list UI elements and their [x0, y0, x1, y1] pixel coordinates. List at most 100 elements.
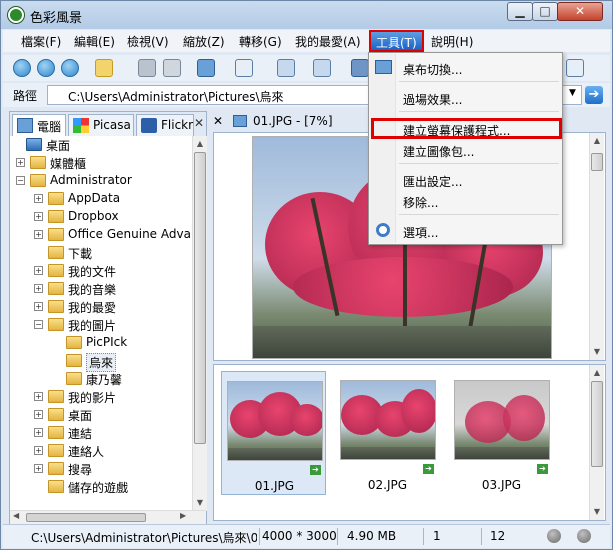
scroll-right-icon[interactable]: ▶ — [180, 511, 186, 520]
folder-icon — [30, 156, 46, 169]
preview-scroll-up-icon[interactable]: ▲ — [590, 133, 604, 148]
window-title: 色彩風景 — [30, 11, 83, 26]
open-arrow-icon: ➔ — [310, 465, 321, 475]
up-folder-icon[interactable] — [61, 59, 79, 77]
folder-icon — [48, 408, 64, 421]
expander-icon[interactable]: + — [16, 158, 25, 167]
thumbnail-item[interactable]: ➔ 02.JPG — [335, 371, 440, 495]
thumbnail-caption: 03.JPG — [481, 478, 522, 492]
minimize-button[interactable]: ▁ — [507, 2, 533, 21]
expander-icon[interactable]: − — [16, 176, 25, 185]
tab-picasa-label: Picasa — [93, 118, 131, 132]
info-icon[interactable] — [351, 59, 369, 77]
scroll-thumb[interactable] — [194, 152, 206, 444]
tree-node-label: PicPIck — [86, 335, 128, 349]
expander-icon[interactable]: + — [34, 230, 43, 239]
thumbnail-grid-icon[interactable] — [235, 59, 253, 77]
expander-icon[interactable]: + — [34, 446, 43, 455]
tree-node-label: 儲存的遊戲 — [68, 481, 129, 495]
tree-horizontal-scrollbar[interactable]: ◀ ▶ — [10, 510, 206, 524]
thumbnail-scroll-down-icon[interactable]: ▼ — [590, 504, 604, 519]
preview-scroll-thumb[interactable] — [591, 153, 603, 171]
folder-tree: 桌面 + 媒體櫃 − Administrator + AppData + Dropbox + Off… — [10, 136, 193, 511]
menu-view[interactable]: 檢視(V) — [127, 33, 169, 50]
scroll-up-icon[interactable]: ▲ — [193, 136, 207, 151]
menu-favorites[interactable]: 我的最愛(A) — [295, 33, 361, 50]
close-preview-icon[interactable]: ✕ — [213, 114, 223, 128]
tree-node-label: 連絡人 — [68, 445, 105, 459]
go-arrow-icon[interactable]: ➔ — [585, 86, 603, 104]
expander-icon[interactable]: + — [34, 266, 43, 275]
status-index: 1 — [433, 529, 441, 543]
close-tab-icon[interactable]: ✕ — [194, 116, 204, 130]
status-bar: C:\Users\Administrator\Pictures\烏來\01.JP… — [3, 524, 610, 548]
scroll-down-icon[interactable]: ▼ — [193, 495, 207, 510]
tab-flickr[interactable]: Flickr — [136, 114, 194, 136]
favorite-star-icon[interactable] — [95, 59, 113, 77]
expander-icon[interactable]: + — [34, 464, 43, 473]
expander-icon[interactable]: + — [34, 428, 43, 437]
computer-icon — [17, 118, 33, 133]
expander-icon[interactable]: + — [34, 194, 43, 203]
expander-icon[interactable]: + — [34, 302, 43, 311]
back-icon[interactable] — [13, 59, 31, 77]
zoom-icon[interactable] — [277, 59, 295, 77]
tree-node-label: 桌面 — [46, 139, 71, 153]
thumbnail-item[interactable]: ➔ 03.JPG — [449, 371, 554, 495]
tree-node-label: 下載 — [68, 247, 93, 261]
maximize-button[interactable]: □ — [532, 2, 558, 21]
thumbnail-item[interactable]: ➔ 01.JPG — [221, 371, 326, 495]
tree-vertical-scrollbar[interactable]: ▲ ▼ — [192, 136, 207, 511]
title-bar[interactable]: 色彩風景 ▁ □ ✕ — [1, 1, 612, 29]
print-icon[interactable] — [163, 59, 181, 77]
forward-icon[interactable] — [37, 59, 55, 77]
tab-picasa[interactable]: Picasa — [68, 114, 134, 136]
view-mode-icon[interactable] — [197, 59, 215, 77]
menu-create-image-pack[interactable]: 建立圖像包... — [403, 143, 474, 160]
preview-scroll-down-icon[interactable]: ▼ — [590, 344, 604, 359]
options-gear-icon — [376, 223, 390, 237]
expander-icon[interactable]: + — [34, 392, 43, 401]
app-logo-icon — [8, 7, 24, 23]
menu-file[interactable]: 檔案(F) — [21, 33, 61, 50]
save-icon[interactable] — [138, 59, 156, 77]
thumbnail-scrollbar[interactable]: ▲ ▼ — [589, 365, 604, 520]
close-button[interactable]: ✕ — [557, 2, 603, 21]
menu-zoom[interactable]: 縮放(Z) — [183, 33, 225, 50]
address-label: 路徑 — [13, 89, 38, 103]
expander-icon[interactable]: + — [34, 212, 43, 221]
menu-transfer[interactable]: 轉移(G) — [239, 33, 282, 50]
tab-computer[interactable]: 電腦 — [12, 114, 66, 136]
thumbnail-scroll-thumb[interactable] — [591, 381, 603, 467]
menu-edit[interactable]: 編輯(E) — [74, 33, 115, 50]
expander-icon[interactable]: − — [34, 320, 43, 329]
tree-node-label: 烏來 — [86, 353, 117, 372]
expander-icon[interactable]: + — [34, 410, 43, 419]
expander-icon[interactable]: + — [34, 284, 43, 293]
folder-icon — [66, 336, 82, 349]
menu-wallpaper-switch[interactable]: 桌布切換... — [403, 61, 462, 78]
menu-tools[interactable]: 工具(T) — [369, 30, 424, 52]
horizontal-scroll-thumb[interactable] — [26, 513, 146, 522]
menu-remove[interactable]: 移除... — [403, 194, 438, 211]
address-dropdown-icon[interactable]: ▼ — [569, 88, 576, 98]
menu-export-settings[interactable]: 匯出設定... — [403, 173, 462, 190]
tree-node-label: 桌面 — [68, 409, 93, 423]
tree-node-label: Office Genuine Adva — [68, 227, 191, 241]
thumbnail-strip: ➔ 01.JPG ➔ 02.JPG ➔ 03.JPG ▲ ▼ — [213, 364, 606, 521]
folder-icon — [48, 318, 64, 331]
scroll-left-icon[interactable]: ◀ — [13, 511, 19, 520]
menu-options[interactable]: 選項... — [403, 224, 438, 241]
fullscreen-icon[interactable] — [566, 59, 584, 77]
tree-node-label: 我的音樂 — [68, 283, 117, 297]
thumbnail-scroll-up-icon[interactable]: ▲ — [590, 365, 604, 380]
tree-node-label: 我的最愛 — [68, 301, 117, 315]
slideshow-icon[interactable] — [547, 529, 561, 543]
status-path: C:\Users\Administrator\Pictures\烏來\01.JP… — [31, 531, 257, 545]
settings-dot-icon[interactable] — [577, 529, 591, 543]
rotate-icon[interactable] — [313, 59, 331, 77]
menu-help[interactable]: 說明(H) — [431, 33, 473, 50]
menu-transition-effects[interactable]: 過場效果... — [403, 91, 462, 108]
tree-node-label: 康乃馨 — [86, 373, 123, 387]
preview-scrollbar[interactable]: ▲ ▼ — [589, 133, 604, 360]
